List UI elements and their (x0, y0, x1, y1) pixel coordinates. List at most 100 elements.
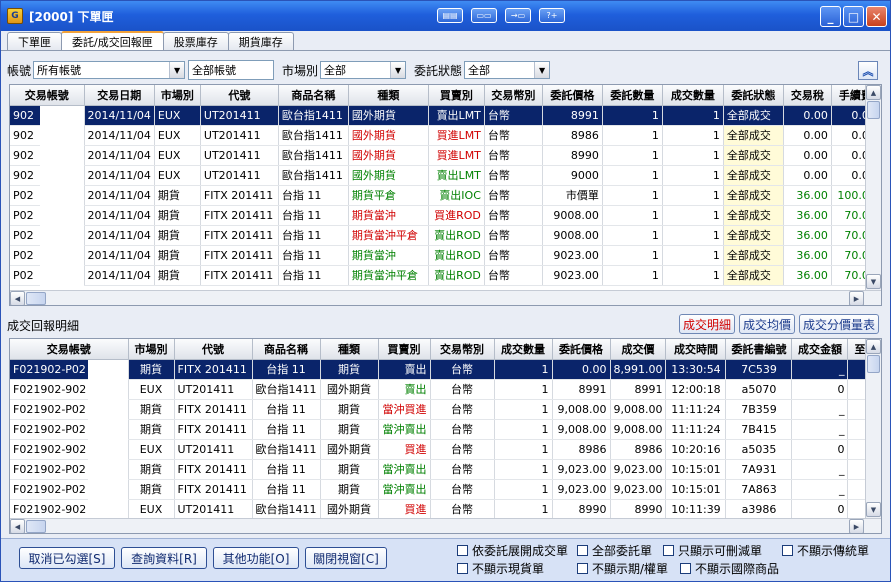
col-header[interactable]: 委託價格 (542, 85, 603, 106)
col-header[interactable]: 商品名稱 (278, 85, 349, 106)
col-header[interactable]: 成交數量 (662, 85, 724, 106)
collapse-up-icon[interactable]: ︽ (858, 61, 878, 80)
scroll-down-icon[interactable]: ▼ (866, 274, 881, 289)
order-row[interactable]: 902 2014/11/04 EUX UT201411 歐台指1411 國外期貨 買進LMT… (10, 125, 880, 146)
col-header[interactable]: 委託價格 (552, 339, 611, 360)
detail-row[interactable]: F021902-P02 期貨 FITX 201411 台指 11 期貨 賣出 台幣 1 0.00… (10, 359, 873, 380)
order-row[interactable]: 902 2014/11/04 EUX UT201411 歐台指1411 國外期貨 買進LMT… (10, 145, 880, 166)
col-header[interactable]: 交易帳號 (10, 339, 129, 360)
account-text-field[interactable]: 全部帳號 (188, 60, 275, 80)
order-row[interactable]: P02 2014/11/04 期貨 FITX 201411 台指 11 期貨當沖平倉 賣出R… (10, 225, 880, 246)
orders-hscroll[interactable]: ◀ ▶ (10, 290, 881, 305)
scroll-up-icon[interactable]: ▲ (866, 85, 881, 100)
chevron-down-icon[interactable]: ▼ (534, 62, 550, 78)
hide-international-checkbox[interactable]: 不顯示國際商品 (680, 560, 779, 576)
title-bar[interactable]: G [2000] 下單匣 ▤▤ ▭▭ →▭ ?+ _ □ ✕ (1, 1, 890, 31)
detail-row[interactable]: F021902-P02 期貨 FITX 201411 台指 11 期貨 當沖賣出 台幣 1 9,… (10, 479, 873, 500)
scroll-down-icon[interactable]: ▼ (866, 502, 881, 517)
scroll-right-icon[interactable]: ▶ (849, 291, 864, 305)
col-header[interactable]: 市場別 (154, 85, 201, 106)
fill-price-volume-button[interactable]: 成交分價量表 (799, 314, 879, 334)
other-functions-button[interactable]: 其他功能[O] (213, 547, 299, 569)
col-header[interactable]: 委託書編號 (725, 339, 793, 360)
all-orders-checkbox[interactable]: 全部委託單 (577, 542, 652, 558)
col-header[interactable]: 種類 (320, 339, 379, 360)
col-header[interactable]: 代號 (174, 339, 253, 360)
detail-row[interactable]: F021902-P02 期貨 FITX 201411 台指 11 期貨 當沖買進 台幣 1 9,… (10, 399, 873, 420)
status-select[interactable]: 全部 ▼ (464, 61, 551, 79)
expand-fills-checkbox[interactable]: 依委託展開成交單 (457, 542, 568, 558)
tab-stock-inventory[interactable]: 股票庫存 (162, 32, 229, 51)
scroll-thumb[interactable] (867, 355, 880, 373)
order-row[interactable]: 902 2014/11/04 EUX UT201411 歐台指1411 國外期貨 賣出LMT… (10, 105, 880, 126)
fill-average-button[interactable]: 成交均價 (739, 314, 795, 334)
scroll-thumb[interactable] (867, 101, 880, 119)
col-header[interactable]: 種類 (348, 85, 429, 106)
fill-detail-button[interactable]: 成交明細 (679, 314, 735, 334)
col-header[interactable]: 商品名稱 (252, 339, 321, 360)
chevron-down-icon[interactable]: ▼ (390, 62, 406, 78)
detail-row[interactable]: F021902-902 EUX UT201411 歐台指1411 國外期貨 買進 台幣 1 89… (10, 439, 873, 460)
col-header[interactable]: 交易帳號 (10, 85, 85, 106)
tab-order-report[interactable]: 委託/成交回報匣 (61, 31, 164, 51)
detail-row[interactable]: F021902-P02 期貨 FITX 201411 台指 11 期貨 當沖賣出 台幣 1 9,… (10, 459, 873, 480)
col-header[interactable]: 委託數量 (602, 85, 663, 106)
checkbox-box[interactable] (457, 544, 468, 556)
close-window-button[interactable]: 關閉視窗[C] (305, 547, 387, 569)
help-tool-icon[interactable]: ?+ (539, 8, 565, 23)
account-select[interactable]: 所有帳號 ▼ (33, 61, 186, 79)
detail-vscroll[interactable]: ▲ ▼ (865, 339, 881, 518)
checkbox-box[interactable] (782, 544, 793, 556)
order-row[interactable]: P02 2014/11/04 期貨 FITX 201411 台指 11 期貨當沖 買進ROD… (10, 205, 880, 226)
maximize-icon[interactable]: □ (843, 6, 864, 27)
col-header[interactable]: 成交時間 (665, 339, 727, 360)
market-select[interactable]: 全部 ▼ (320, 61, 407, 79)
col-header[interactable]: 成交數量 (494, 339, 553, 360)
window-tool-icon[interactable]: ▭▭ (471, 8, 497, 23)
col-header[interactable]: 成交金額 (791, 339, 849, 360)
layout-tool-icon[interactable]: ▤▤ (437, 8, 463, 23)
hide-spot-checkbox[interactable]: 不顯示現貨單 (457, 560, 544, 576)
col-header[interactable]: 交易幣別 (430, 339, 495, 360)
checkbox-box[interactable] (577, 544, 588, 556)
detail-row[interactable]: F021902-902 EUX UT201411 歐台指1411 國外期貨 買進 台幣 1 89… (10, 499, 873, 520)
order-row[interactable]: P02 2014/11/04 期貨 FITX 201411 台指 11 期貨當沖 賣出ROD… (10, 245, 880, 266)
checkbox-box[interactable] (680, 562, 691, 574)
tab-order-box[interactable]: 下單匣 (7, 32, 62, 51)
detail-row[interactable]: F021902-902 EUX UT201411 歐台指1411 國外期貨 賣出 台幣 1 89… (10, 379, 873, 400)
col-header[interactable]: 代號 (200, 85, 279, 106)
chevron-down-icon[interactable]: ▼ (169, 62, 185, 78)
deletable-only-checkbox[interactable]: 只顯示可刪減單 (663, 542, 762, 558)
checkbox-box[interactable] (663, 544, 674, 556)
col-header[interactable]: 交易稅 (783, 85, 832, 106)
col-header[interactable]: 成交價 (610, 339, 667, 360)
export-tool-icon[interactable]: →▭ (505, 8, 531, 23)
orders-vscroll[interactable]: ▲ ▼ (865, 85, 881, 290)
tab-futures-inventory[interactable]: 期貨庫存 (227, 32, 294, 51)
checkbox-box[interactable] (457, 562, 468, 574)
col-header[interactable]: 市場別 (128, 339, 175, 360)
scroll-thumb[interactable] (26, 520, 46, 533)
col-header[interactable]: 委託狀態 (723, 85, 784, 106)
query-data-button[interactable]: 查詢資料[R] (121, 547, 207, 569)
order-row[interactable]: 902 2014/11/04 EUX UT201411 歐台指1411 國外期貨 賣出LMT… (10, 165, 880, 186)
close-icon[interactable]: ✕ (866, 6, 887, 27)
minimize-icon[interactable]: _ (820, 6, 841, 27)
scroll-thumb[interactable] (26, 292, 46, 305)
cancel-selected-button[interactable]: 取消已勾選[S] (19, 547, 115, 569)
col-header[interactable]: 買賣別 (428, 85, 485, 106)
col-header[interactable]: 交易日期 (84, 85, 155, 106)
hide-traditional-checkbox[interactable]: 不顯示傳統單 (782, 542, 869, 558)
hide-futures-options-checkbox[interactable]: 不顯示期/權單 (577, 560, 668, 576)
order-row[interactable]: P02 2014/11/04 期貨 FITX 201411 台指 11 期貨當沖平倉 賣出R… (10, 265, 880, 286)
scroll-right-icon[interactable]: ▶ (849, 519, 864, 533)
scroll-left-icon[interactable]: ◀ (10, 291, 25, 305)
scroll-left-icon[interactable]: ◀ (10, 519, 25, 533)
checkbox-box[interactable] (577, 562, 588, 574)
col-header[interactable]: 交易幣別 (484, 85, 543, 106)
scroll-up-icon[interactable]: ▲ (866, 339, 881, 354)
detail-hscroll[interactable]: ◀ ▶ (10, 518, 881, 533)
detail-row[interactable]: F021902-P02 期貨 FITX 201411 台指 11 期貨 當沖賣出 台幣 1 9,… (10, 419, 873, 440)
order-row[interactable]: P02 2014/11/04 期貨 FITX 201411 台指 11 期貨平倉 賣出IOC… (10, 185, 880, 206)
col-header[interactable]: 買賣別 (378, 339, 431, 360)
